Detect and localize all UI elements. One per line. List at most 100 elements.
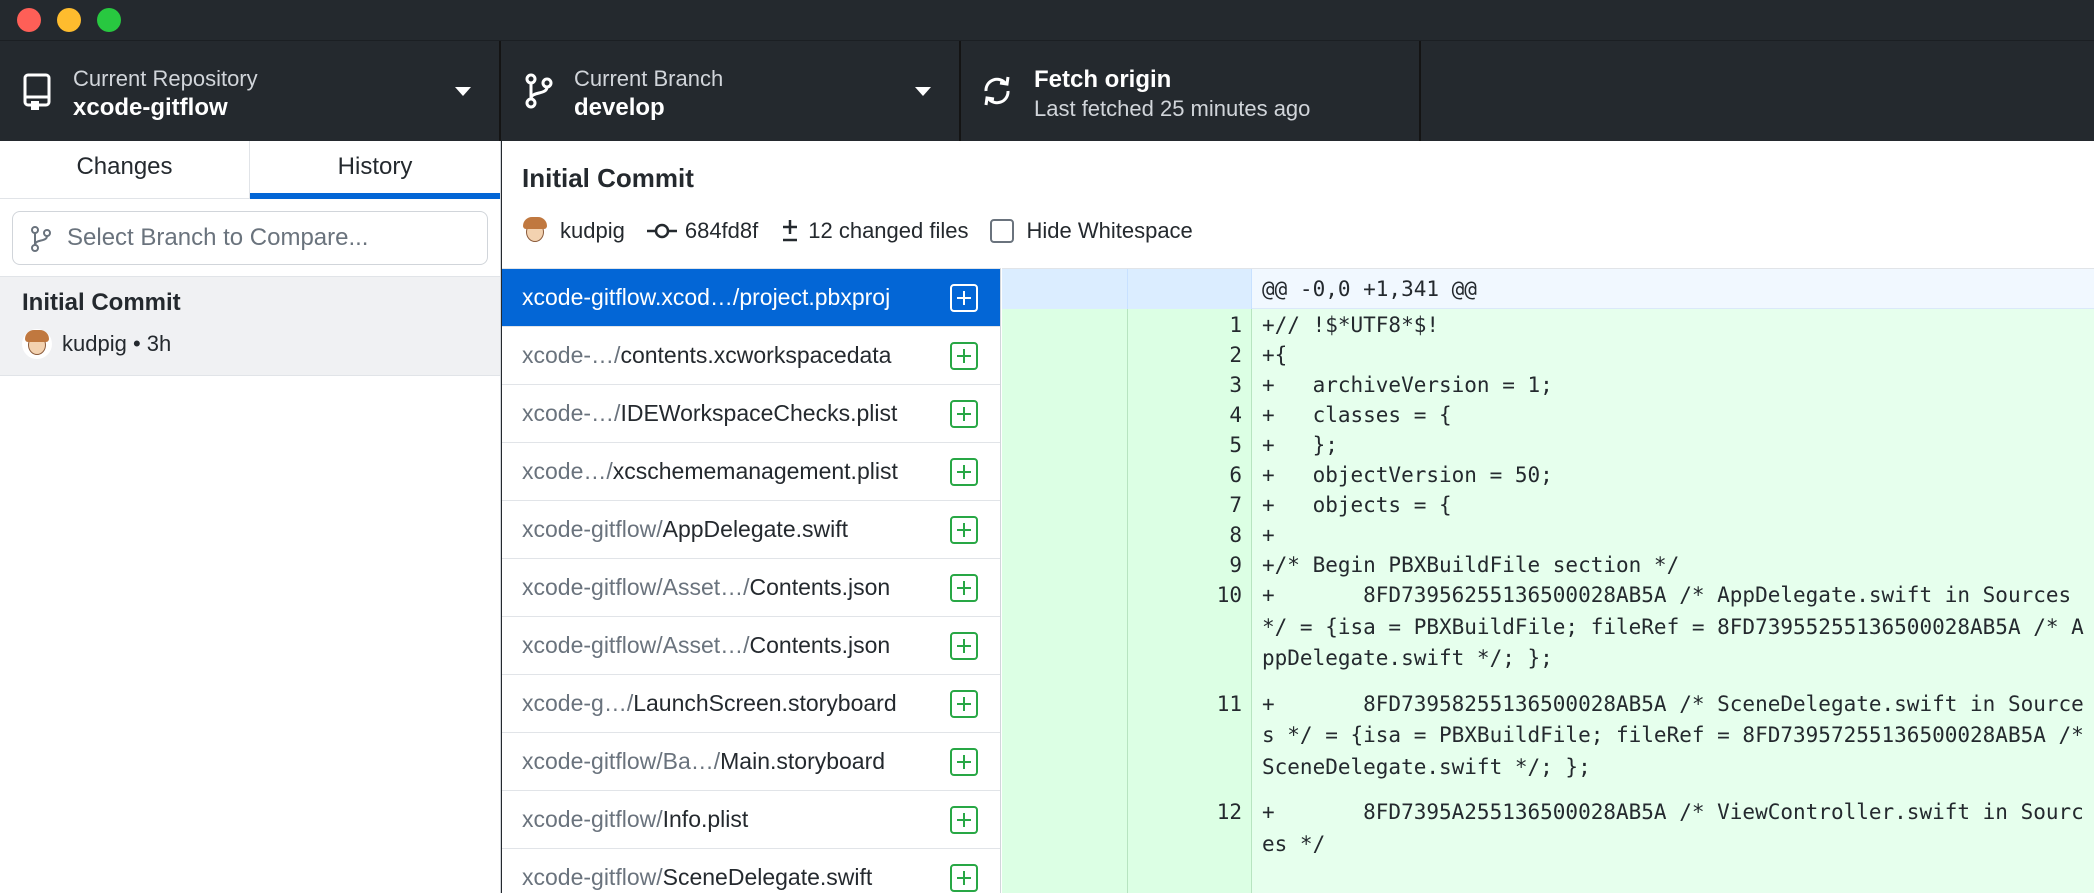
current-branch-button[interactable]: Current Branch develop (501, 41, 961, 141)
diff-line-number: 3 (1229, 373, 1242, 397)
diff-line-code: + archiveVersion = 1; (1262, 373, 1553, 397)
file-dir: xcode-gitflow/ (522, 516, 663, 542)
file-list-item[interactable]: xcode-…/IDEWorkspaceChecks.plist (502, 385, 1000, 443)
file-added-icon (950, 864, 978, 892)
file-path: xcode-g…/LaunchScreen.storyboard (522, 675, 897, 731)
branch-compare-input[interactable] (67, 212, 477, 264)
file-name: Info.plist (662, 806, 749, 832)
file-name: SceneDelegate.swift (662, 864, 873, 890)
diff-line-code: + (1262, 523, 1275, 547)
tab-history[interactable]: History (250, 141, 500, 199)
current-branch-value: develop (574, 94, 665, 121)
file-path: xcode-…/contents.xcworkspacedata (522, 327, 891, 383)
file-list-item[interactable]: xcode-gitflow/Info.plist (502, 791, 1000, 849)
git-branch-icon (525, 73, 553, 109)
current-repository-button[interactable]: Current Repository xcode-gitflow (0, 41, 501, 141)
diff-line-number: 10 (1216, 583, 1242, 607)
diff-line: 7 + objects = { (1002, 490, 2094, 520)
diff-line-number: 1 (1229, 313, 1242, 337)
diff-line-number: 4 (1229, 403, 1242, 427)
current-repository-value: xcode-gitflow (73, 94, 228, 121)
hide-whitespace-label[interactable]: Hide Whitespace (1026, 218, 1192, 244)
file-list-item[interactable]: xcode-gitflow/Asset…/Contents.json (502, 559, 1000, 617)
current-branch-label: Current Branch (574, 66, 724, 91)
close-window-button[interactable] (17, 8, 41, 32)
file-path: xcode-…/IDEWorkspaceChecks.plist (522, 385, 897, 441)
toolbar: Current Repository xcode-gitflow Current… (0, 40, 2094, 141)
diff-line-code: + 8FD7395A255136500028AB5A /* ViewContro… (1262, 800, 2084, 856)
fetch-origin-button[interactable]: Fetch origin Last fetched 25 minutes ago (961, 41, 1421, 141)
file-path: xcode-gitflow.xcod…/project.pbxproj (522, 269, 890, 325)
window-titlebar (0, 0, 2094, 40)
file-dir: xcode-gitflow.xcod…/ (522, 284, 740, 310)
file-list-item[interactable]: xcode…/xcschememanagement.plist (502, 443, 1000, 501)
file-added-icon (950, 748, 978, 776)
diff-line-code: +{ (1262, 343, 1288, 367)
file-path: xcode-gitflow/Asset…/Contents.json (522, 559, 890, 615)
diff-line-code: +// !$*UTF8*$! (1262, 313, 1440, 337)
file-list-item[interactable]: xcode-gitflow/Ba…/Main.storyboard (502, 733, 1000, 791)
file-dir: xcode-gitflow/Asset…/ (522, 574, 750, 600)
file-path: xcode-gitflow/SceneDelegate.swift (522, 849, 872, 893)
diff-view: @@ -0,0 +1,341 @@ 1 +// !$*UTF8*$! 2 +{3 + a… (1002, 268, 2094, 893)
commit-author: kudpig (560, 218, 625, 243)
file-name: Contents.json (749, 574, 891, 600)
diff-line-code: + 8FD73956255136500028AB5A /* AppDelegat… (1262, 583, 2084, 670)
sidebar-tabs: Changes History (0, 141, 500, 199)
file-added-icon (950, 458, 978, 486)
branch-compare-box (12, 211, 488, 265)
commit-list-meta-row: kudpig • 3h (22, 329, 171, 359)
tab-changes[interactable]: Changes (0, 141, 250, 199)
diff-line-code: + classes = { (1262, 403, 1452, 427)
hide-whitespace-checkbox[interactable] (990, 219, 1015, 243)
avatar (22, 329, 52, 359)
chevron-down-icon (915, 87, 931, 96)
file-list-item[interactable]: xcode-gitflow.xcod…/project.pbxproj (502, 269, 1000, 327)
commit-list-title: Initial Commit (22, 289, 181, 316)
diff-line-number: 7 (1229, 493, 1242, 517)
file-list-item[interactable]: xcode-g…/LaunchScreen.storyboard (502, 675, 1000, 733)
file-added-icon (950, 574, 978, 602)
file-list-item[interactable]: xcode-gitflow/AppDelegate.swift (502, 501, 1000, 559)
file-dir: xcode-…/ (522, 342, 621, 368)
sidebar: Changes History Initial Commit kudpig • … (0, 141, 501, 893)
diff-line-number: 2 (1229, 343, 1242, 367)
commit-title: Initial Commit (522, 163, 694, 193)
file-list-item[interactable]: xcode-…/contents.xcworkspacedata (502, 327, 1000, 385)
diff-line-number: 5 (1229, 433, 1242, 457)
commit-list-item[interactable]: Initial Commit kudpig • 3h (0, 276, 500, 376)
git-branch-icon (31, 226, 51, 252)
file-added-icon (950, 690, 978, 718)
current-repository-label: Current Repository (73, 66, 258, 91)
git-commit-icon (646, 223, 677, 239)
diff-line: 3 + archiveVersion = 1; (1002, 370, 2094, 400)
changed-files-list: xcode-gitflow.xcod…/project.pbxproj xcode… (502, 268, 1001, 893)
last-fetched-text: Last fetched 25 minutes ago (1034, 96, 1311, 121)
file-name: contents.xcworkspacedata (620, 342, 892, 368)
diff-line: 10 + 8FD73956255136500028AB5A /* AppDeleg… (1002, 580, 2094, 689)
file-name: project.pbxproj (739, 284, 891, 310)
commit-summary-row: kudpig 684fd8f 12 changed files Hide Whi… (520, 213, 1193, 249)
chevron-down-icon (455, 87, 471, 96)
file-path: xcode-gitflow/Info.plist (522, 791, 748, 847)
file-name: IDEWorkspaceChecks.plist (620, 400, 898, 426)
file-list-item[interactable]: xcode-gitflow/Asset…/Contents.json (502, 617, 1000, 675)
file-list-item[interactable]: xcode-gitflow/SceneDelegate.swift (502, 849, 1000, 893)
file-name: Contents.json (749, 632, 891, 658)
diff-line: 2 +{ (1002, 340, 2094, 370)
file-path: xcode…/xcschememanagement.plist (522, 443, 898, 499)
file-name: LaunchScreen.storyboard (633, 690, 897, 716)
file-added-icon (950, 400, 978, 428)
file-dir: xcode-gitflow/ (522, 806, 663, 832)
repo-icon (23, 73, 51, 110)
minimize-window-button[interactable] (57, 8, 81, 32)
commit-sha[interactable]: 684fd8f (685, 218, 758, 244)
avatar (520, 216, 550, 246)
diff-line-code: + objects = { (1262, 493, 1452, 517)
current-repository-text: Current Repository xcode-gitflow (73, 65, 258, 123)
diff-line: 5 + }; (1002, 430, 2094, 460)
diff-line: 1 +// !$*UTF8*$! (1002, 310, 2094, 340)
zoom-window-button[interactable] (97, 8, 121, 32)
diff-line: 8 + (1002, 520, 2094, 550)
sync-icon (984, 76, 1010, 106)
